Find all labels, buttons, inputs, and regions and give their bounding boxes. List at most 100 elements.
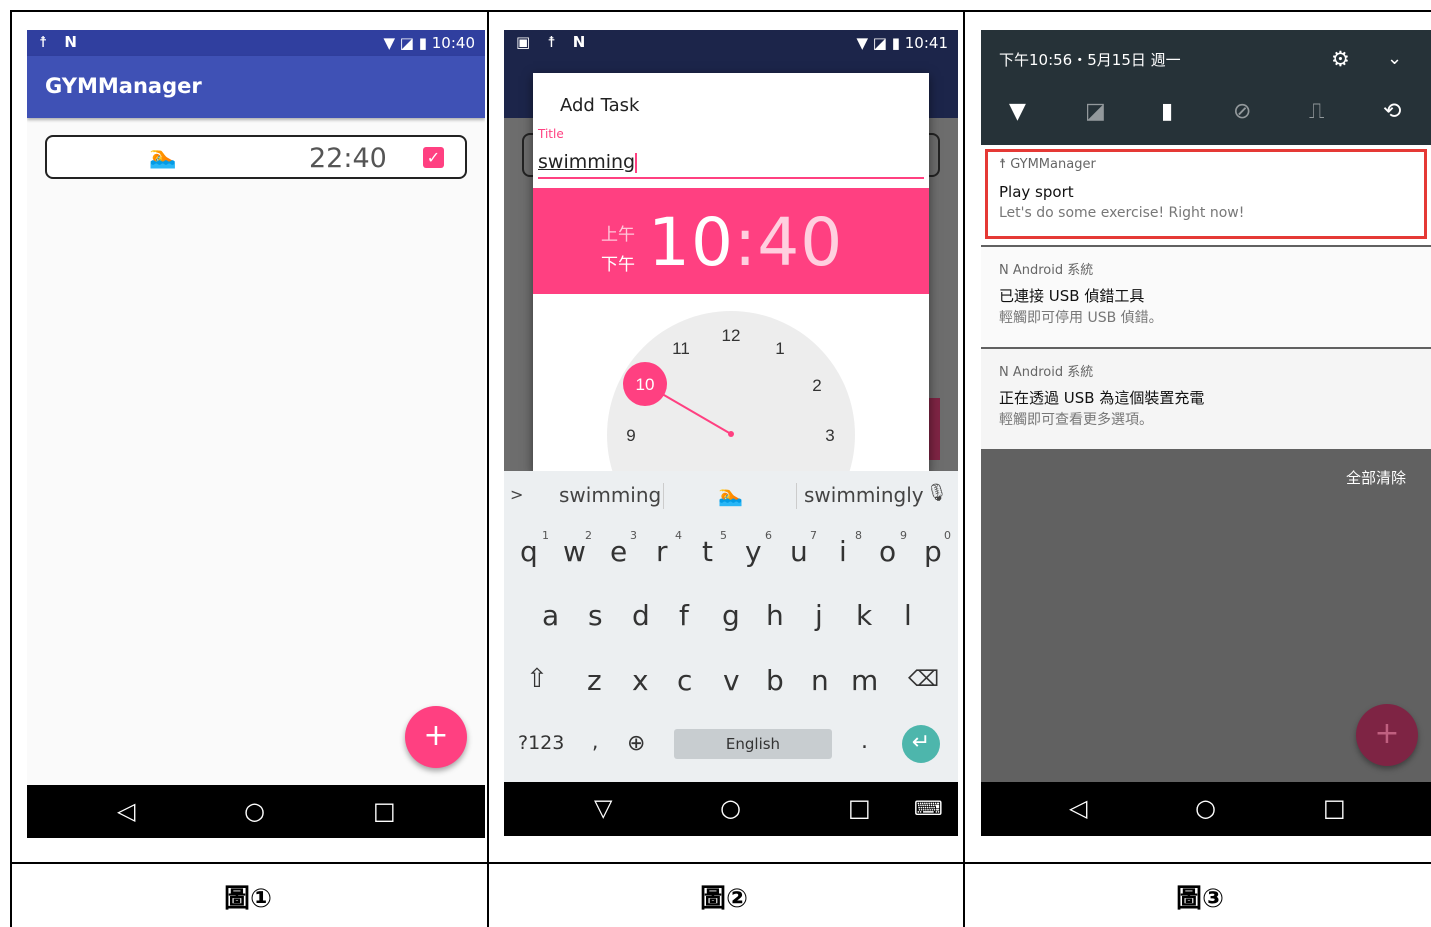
period-key[interactable]: . (861, 729, 868, 754)
swimmer-icon: 🏊 (149, 145, 177, 170)
key-u[interactable]: u (790, 535, 808, 568)
do-not-disturb-icon[interactable]: ⊘ (1233, 99, 1251, 124)
key-hint: 4 (675, 529, 682, 542)
key-t[interactable]: t (702, 535, 713, 568)
symbols-key[interactable]: ?123 (518, 732, 564, 754)
nav-bar: ▽ ○ □ ⌨ (504, 782, 958, 836)
key-b[interactable]: b (766, 664, 784, 697)
notification-app-name: Android 系統 (1012, 263, 1094, 278)
wifi-icon[interactable]: ▼ (1009, 99, 1026, 124)
key-c[interactable]: c (677, 664, 692, 697)
key-i[interactable]: i (839, 535, 847, 568)
android-n-icon: N (999, 365, 1013, 380)
keyboard-switch-icon[interactable]: ⌨ (914, 796, 943, 820)
notification-gymmanager[interactable]: ☨ GYMManager Play sport Let's do some ex… (981, 145, 1431, 245)
key-j[interactable]: j (815, 599, 823, 632)
time-colon: : (733, 204, 758, 281)
status-icons-right: ▼ ◪ ▮ 10:40 (383, 34, 475, 52)
enter-key[interactable]: ↵ (902, 725, 940, 763)
globe-icon[interactable]: ⊕ (627, 731, 645, 756)
sim-icon[interactable]: ◪ (1085, 99, 1106, 124)
auto-rotate-icon[interactable]: ⟲ (1383, 99, 1401, 124)
back-down-icon[interactable]: ▽ (594, 794, 612, 822)
recents-icon[interactable]: □ (373, 797, 396, 825)
key-hint: 8 (855, 529, 862, 542)
suggestion-1[interactable]: swimming (559, 483, 661, 507)
key-p[interactable]: p (924, 535, 942, 568)
key-q[interactable]: q (520, 535, 538, 568)
suggestion-expand-icon[interactable]: > (510, 485, 523, 504)
signal-icons: ▼ ◪ ▮ (856, 34, 900, 52)
comma-key[interactable]: , (592, 729, 598, 753)
clock-number[interactable]: 12 (722, 326, 741, 345)
recents-icon[interactable]: □ (1323, 794, 1346, 822)
key-m[interactable]: m (851, 664, 878, 697)
table-divider (487, 10, 489, 927)
clear-all-button[interactable]: 全部清除 (1346, 467, 1406, 488)
status-icons-left: ☨ N (39, 33, 83, 51)
suggestion-3[interactable]: swimmingly (804, 483, 924, 507)
add-task-button[interactable]: + (405, 706, 467, 768)
status-icons-right: ▼ ◪ ▮ 10:41 (856, 34, 948, 52)
task-item[interactable]: 🏊 22:40 ✓ (45, 135, 467, 179)
key-f[interactable]: f (679, 599, 689, 632)
title-input[interactable]: swimming (538, 151, 924, 179)
caption-1: 圖① (223, 884, 272, 914)
highlight-box (985, 149, 1427, 239)
home-icon[interactable]: ○ (720, 794, 741, 822)
hour-display[interactable]: 10 (648, 204, 734, 281)
key-h[interactable]: h (766, 599, 784, 632)
notification-usb-debug[interactable]: N Android 系統 已連接 USB 偵錯工具 輕觸即可停用 USB 偵錯。 (981, 247, 1431, 347)
clock-number[interactable]: 1 (775, 339, 784, 358)
status-bar: ☨ N ▼ ◪ ▮ 10:40 (27, 30, 485, 56)
key-l[interactable]: l (904, 599, 912, 632)
key-o[interactable]: o (879, 535, 896, 568)
key-v[interactable]: v (723, 664, 740, 697)
soft-keyboard: > swimming 🏊 swimmingly 🎙 1 2 3 4 5 6 7 … (504, 471, 958, 782)
nav-bar: ◁ ○ □ (981, 782, 1431, 836)
key-r[interactable]: r (656, 535, 668, 568)
key-y[interactable]: y (745, 535, 762, 568)
key-k[interactable]: k (856, 599, 872, 632)
key-z[interactable]: z (587, 664, 602, 697)
clock-number[interactable]: 2 (812, 376, 821, 395)
shift-icon[interactable]: ⇧ (526, 664, 548, 694)
clock-number[interactable]: 9 (626, 426, 635, 445)
flashlight-icon[interactable]: ⎍ (1309, 99, 1324, 124)
chevron-down-icon[interactable]: ⌄ (1387, 48, 1402, 69)
notification-app: N Android 系統 (999, 259, 1093, 278)
key-a[interactable]: a (542, 599, 559, 632)
clock-number[interactable]: 11 (672, 339, 690, 358)
key-g[interactable]: g (722, 599, 740, 632)
notification-app-name: Android 系統 (1012, 365, 1094, 380)
battery-icon[interactable]: ▮ (1161, 99, 1173, 124)
clock-svg: 10 12 1 2 3 9 11 (623, 326, 835, 445)
pm-option[interactable]: 下午 (601, 250, 635, 280)
clock-number[interactable]: 3 (825, 426, 834, 445)
notification-usb-charging[interactable]: N Android 系統 正在透過 USB 為這個裝置充電 輕觸即可查看更多選項… (981, 349, 1431, 449)
recents-icon[interactable]: □ (848, 794, 871, 822)
key-hint: 0 (944, 529, 951, 542)
key-w[interactable]: w (563, 535, 586, 568)
screen-notifications: 下午10:56・5月15日 週一 ⚙ ⌄ ▼ ◪ ▮ ⊘ ⎍ ⟲ ☨ GYMMa… (981, 30, 1431, 836)
space-key[interactable]: English (674, 729, 832, 759)
key-n[interactable]: n (811, 664, 829, 697)
minute-display[interactable]: 40 (757, 204, 843, 281)
suggestion-2[interactable]: 🏊 (718, 483, 743, 507)
home-icon[interactable]: ○ (244, 797, 265, 825)
mic-icon[interactable]: 🎙 (926, 483, 948, 503)
back-icon[interactable]: ◁ (117, 797, 135, 825)
key-s[interactable]: s (588, 599, 603, 632)
backspace-icon[interactable]: ⌫ (908, 667, 939, 692)
gear-icon[interactable]: ⚙ (1331, 47, 1350, 71)
key-x[interactable]: x (632, 664, 649, 697)
am-option[interactable]: 上午 (601, 220, 635, 250)
key-e[interactable]: e (610, 535, 627, 568)
clock-face[interactable]: 10 12 1 2 3 9 11 (607, 311, 855, 473)
home-icon[interactable]: ○ (1195, 794, 1216, 822)
task-checkbox[interactable]: ✓ (423, 147, 444, 168)
notification-title: 已連接 USB 偵錯工具 (999, 287, 1145, 305)
notification-title: 正在透過 USB 為這個裝置充電 (999, 389, 1205, 407)
key-d[interactable]: d (632, 599, 650, 632)
back-icon[interactable]: ◁ (1069, 794, 1087, 822)
